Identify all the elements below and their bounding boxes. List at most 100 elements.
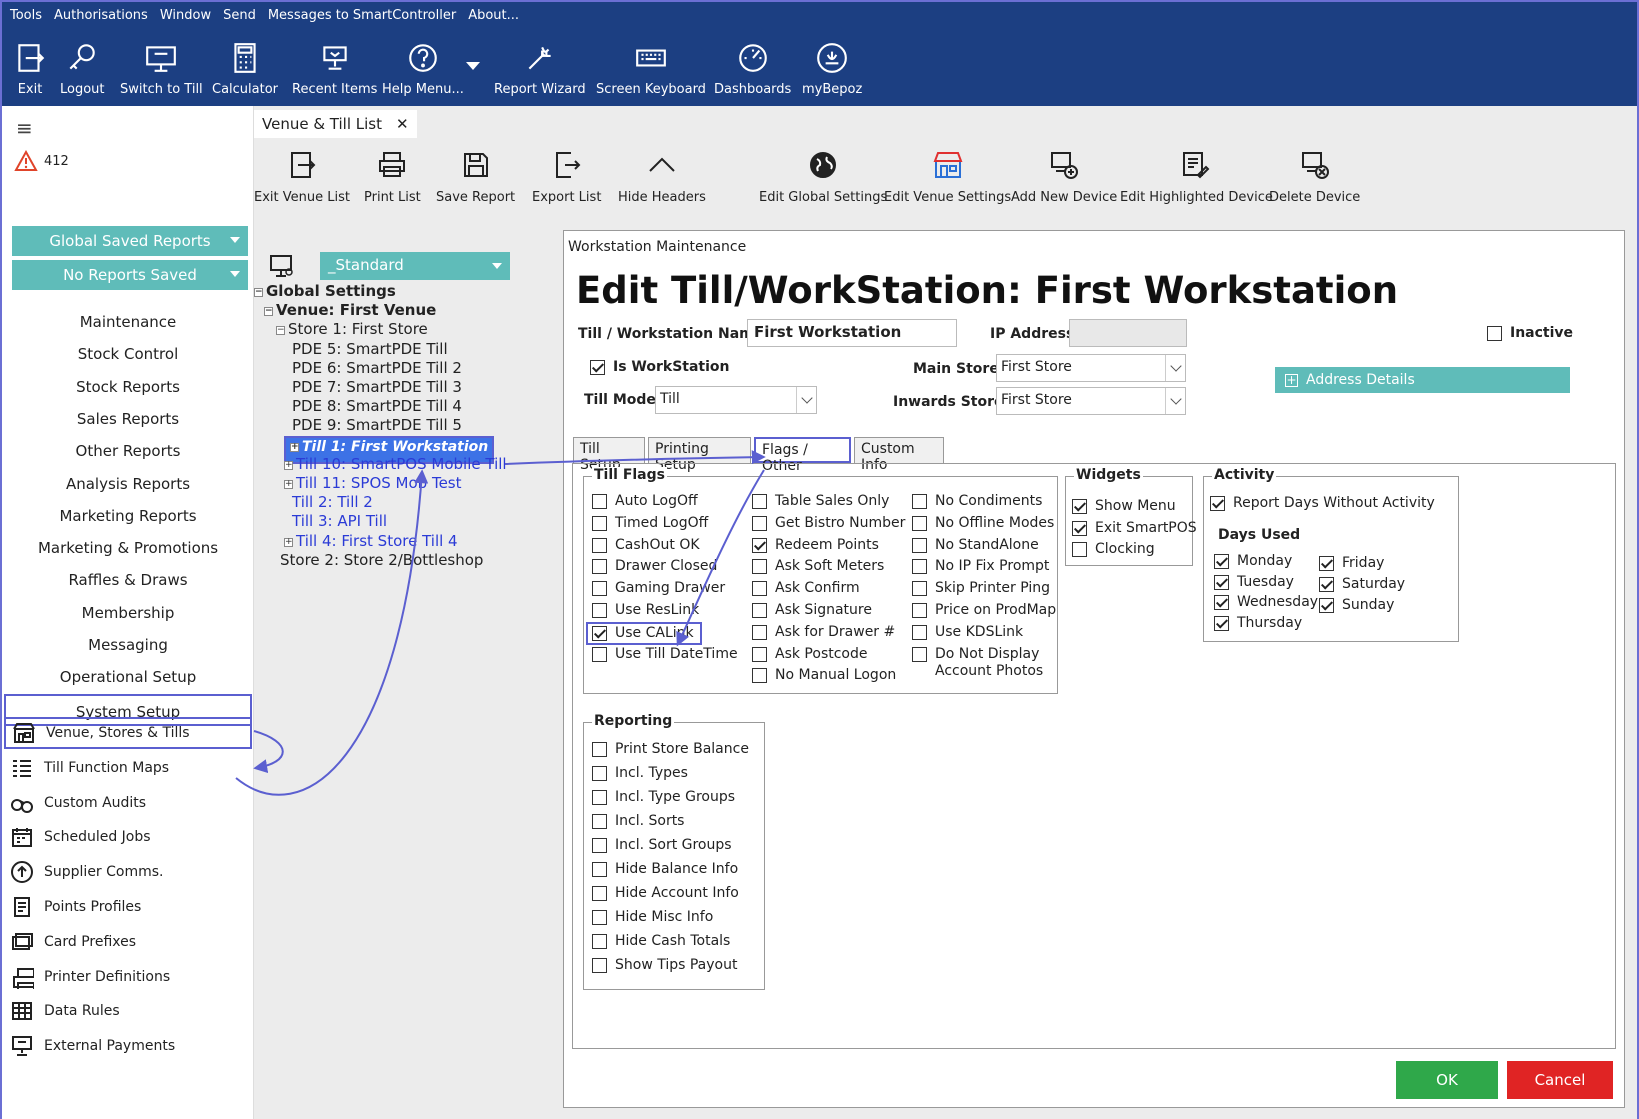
use-reslink-checkbox[interactable]: Use ResLink — [592, 602, 699, 619]
toolbar-till-button[interactable]: Switch to Till — [120, 38, 203, 97]
print-store-balance-checkbox[interactable]: Print Store Balance — [592, 741, 749, 758]
sidebar-item-scheduled-jobs[interactable]: Scheduled Jobs — [10, 821, 250, 853]
ok-button[interactable]: OK — [1396, 1061, 1498, 1099]
venue-toolbar-hide-headers-button[interactable]: Hide Headers — [618, 146, 706, 205]
hamburger-menu-icon[interactable]: ≡ — [16, 116, 33, 140]
auto-logoff-checkbox[interactable]: Auto LogOff — [592, 493, 698, 510]
address-details-button[interactable]: + Address Details — [1275, 367, 1570, 393]
inactive-checkbox[interactable]: Inactive — [1487, 325, 1573, 342]
venue-toolbar-add-new-device-button[interactable]: Add New Device — [1011, 146, 1117, 205]
ask-confirm-checkbox[interactable]: Ask Confirm — [752, 580, 860, 597]
venue-toolbar-edit-global-settings-button[interactable]: Edit Global Settings — [759, 146, 887, 205]
hide-balance-info-checkbox[interactable]: Hide Balance Info — [592, 861, 738, 878]
sidebar-item-external-payments[interactable]: External Payments — [10, 1030, 250, 1062]
sidebar-item-messaging[interactable]: Messaging — [4, 629, 252, 661]
toolbar-mybepoz-button[interactable]: myBepoz — [802, 38, 862, 97]
exit-smartpos-checkbox[interactable]: Exit SmartPOS — [1072, 520, 1197, 537]
toolbar-key-button[interactable]: Logout — [60, 38, 105, 97]
collapse-icon[interactable]: − — [276, 326, 285, 336]
tree-node[interactable]: PDE 9: SmartPDE Till 5 — [292, 416, 462, 435]
venue-toolbar-export-list-button[interactable]: Export List — [532, 146, 601, 205]
tab-flags-other[interactable]: Flags / Other — [754, 437, 851, 474]
sidebar-item-sales-reports[interactable]: Sales Reports — [4, 403, 252, 435]
tab-venue-till-list[interactable]: Venue & Till List ✕ — [254, 110, 417, 138]
tree-node[interactable]: PDE 5: SmartPDE Till — [292, 340, 448, 359]
sidebar-item-supplier-comms[interactable]: Supplier Comms. — [10, 856, 250, 888]
tree-node[interactable]: − Global Settings — [254, 282, 396, 301]
venue-toolbar-save-report-button[interactable]: Save Report — [436, 146, 515, 205]
tree-node[interactable]: PDE 8: SmartPDE Till 4 — [292, 397, 462, 416]
no-standalone-checkbox[interactable]: No StandAlone — [912, 537, 1039, 554]
report-days-without-activity-checkbox[interactable]: Report Days Without Activity — [1210, 495, 1435, 512]
close-tab-icon[interactable]: ✕ — [396, 115, 409, 133]
no-manual-logon-checkbox[interactable]: No Manual Logon — [752, 667, 896, 684]
help-dropdown-icon[interactable] — [466, 62, 480, 70]
cancel-button[interactable]: Cancel — [1507, 1061, 1613, 1099]
main-store-select[interactable]: First Store — [996, 354, 1186, 382]
drawer-closed-checkbox[interactable]: Drawer Closed — [592, 558, 717, 575]
tree-node[interactable]: − Store 1: First Store — [276, 320, 428, 339]
hide-account-info-checkbox[interactable]: Hide Account Info — [592, 885, 739, 902]
hide-cash-totals-checkbox[interactable]: Hide Cash Totals — [592, 933, 730, 950]
sunday-checkbox[interactable]: Sunday — [1319, 597, 1394, 614]
tuesday-checkbox[interactable]: Tuesday — [1214, 574, 1294, 591]
expand-icon[interactable]: + — [284, 537, 293, 547]
ask-soft-meters-checkbox[interactable]: Ask Soft Meters — [752, 558, 884, 575]
tree-node[interactable]: PDE 6: SmartPDE Till 2 — [292, 359, 462, 378]
friday-checkbox[interactable]: Friday — [1319, 555, 1384, 572]
toolbar-dashboard-button[interactable]: Dashboards — [714, 38, 791, 97]
incl-type-groups-checkbox[interactable]: Incl. Type Groups — [592, 789, 735, 806]
sidebar-item-venue-stores-tills[interactable]: Venue, Stores & Tills — [4, 717, 252, 749]
toolbar-keyboard-button[interactable]: Screen Keyboard — [596, 38, 706, 97]
table-sales-only-checkbox[interactable]: Table Sales Only — [752, 493, 889, 510]
saturday-checkbox[interactable]: Saturday — [1319, 576, 1405, 593]
sidebar-item-marketing-reports[interactable]: Marketing Reports — [4, 500, 252, 532]
ip-address-input[interactable] — [1069, 319, 1187, 347]
ask-signature-checkbox[interactable]: Ask Signature — [752, 602, 872, 619]
till-mode-select[interactable]: Till — [655, 386, 817, 414]
venue-toolbar-edit-venue-settings-button[interactable]: Edit Venue Settings — [884, 146, 1011, 205]
sidebar-item-operational-setup[interactable]: Operational Setup — [4, 661, 252, 693]
wednesday-checkbox[interactable]: Wednesday — [1214, 594, 1318, 611]
menu-item[interactable]: About... — [468, 8, 519, 23]
tree-node[interactable]: Store 2: Store 2/Bottleshop — [280, 551, 483, 570]
monitor-icon[interactable] — [268, 252, 296, 284]
toolbar-recent-items-button[interactable]: Recent Items — [292, 38, 377, 97]
tab-printing-setup[interactable]: Printing Setup — [648, 437, 751, 473]
no-offline-modes-checkbox[interactable]: No Offline Modes — [912, 515, 1054, 532]
show-menu-checkbox[interactable]: Show Menu — [1072, 498, 1176, 515]
is-workstation-checkbox[interactable]: Is WorkStation — [590, 359, 730, 376]
get-bistro-number-checkbox[interactable]: Get Bistro Number — [752, 515, 905, 532]
toolbar-exit-button[interactable]: Exit — [10, 38, 50, 97]
expand-icon[interactable]: + — [284, 460, 293, 470]
global-saved-reports-dropdown[interactable]: Global Saved Reports — [12, 226, 248, 256]
show-tips-payout-checkbox[interactable]: Show Tips Payout — [592, 957, 737, 974]
sidebar-item-analysis-reports[interactable]: Analysis Reports — [4, 468, 252, 500]
ask-for-drawer-checkbox[interactable]: Ask for Drawer # — [752, 624, 895, 641]
incl-sort-groups-checkbox[interactable]: Incl. Sort Groups — [592, 837, 732, 854]
menu-item[interactable]: Tools — [10, 8, 42, 23]
menu-item[interactable]: Authorisations — [54, 8, 148, 23]
alert-indicator[interactable]: 412 — [14, 150, 69, 172]
toolbar-calculator-button[interactable]: Calculator — [212, 38, 278, 97]
sidebar-item-stock-reports[interactable]: Stock Reports — [4, 371, 252, 403]
sidebar-item-data-rules[interactable]: Data Rules — [10, 995, 250, 1027]
venue-toolbar-delete-device-button[interactable]: Delete Device — [1269, 146, 1360, 205]
use-kdslink-checkbox[interactable]: Use KDSLink — [912, 624, 1023, 641]
skip-printer-ping-checkbox[interactable]: Skip Printer Ping — [912, 580, 1050, 597]
thursday-checkbox[interactable]: Thursday — [1214, 615, 1302, 632]
do-not-display-checkbox[interactable]: Do Not Display Account Photos — [912, 646, 1043, 680]
sidebar-item-till-function-maps[interactable]: Till Function Maps — [10, 752, 250, 784]
cashout-ok-checkbox[interactable]: CashOut OK — [592, 537, 700, 554]
standard-layout-dropdown[interactable]: _Standard — [320, 252, 510, 280]
sidebar-item-custom-audits[interactable]: Custom Audits — [10, 787, 250, 819]
sidebar-item-printer-definitions[interactable]: Printer Definitions — [10, 961, 250, 993]
hide-misc-info-checkbox[interactable]: Hide Misc Info — [592, 909, 713, 926]
tree-node[interactable]: + Till 4: First Store Till 4 — [284, 532, 458, 551]
clocking-checkbox[interactable]: Clocking — [1072, 541, 1155, 558]
sidebar-item-membership[interactable]: Membership — [4, 597, 252, 629]
tab-custom-info[interactable]: Custom Info — [854, 437, 944, 473]
expand-icon[interactable]: + — [290, 442, 299, 452]
tree-node[interactable]: Till 2: Till 2 — [292, 493, 373, 512]
menu-item[interactable]: Send — [223, 8, 256, 23]
